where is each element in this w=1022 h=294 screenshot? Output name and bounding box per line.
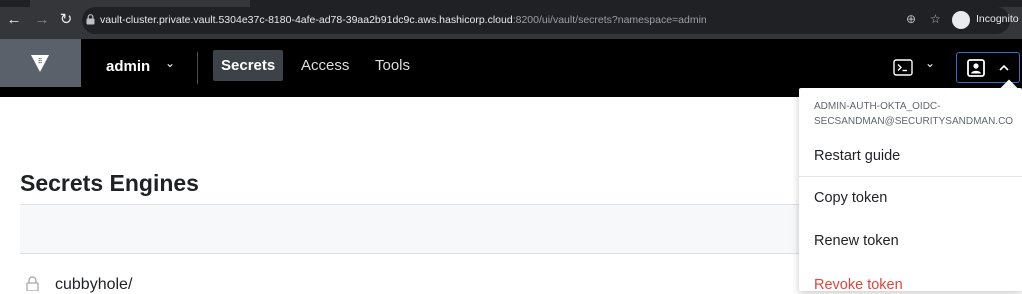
user-menu-button[interactable] [956, 52, 1020, 83]
console-chevron-down-icon[interactable]: ⌄ [925, 56, 935, 70]
vault-logo-link[interactable] [0, 39, 81, 87]
secrets-toolbar [20, 204, 820, 254]
page-title: Secrets Engines [20, 170, 199, 196]
nav-divider [197, 52, 198, 84]
nav-tools[interactable]: Tools [367, 50, 418, 81]
restart-guide-button[interactable]: Restart guide [814, 148, 900, 164]
back-arrow-icon[interactable]: ← [6, 12, 22, 28]
vault-logo-icon [31, 55, 49, 72]
bookmark-star-icon[interactable]: ☆ [930, 12, 941, 26]
user-icon [967, 59, 985, 77]
zoom-icon[interactable]: ⊕ [906, 12, 916, 26]
url-host: vault-cluster.private.vault.5304e37c-818… [100, 14, 513, 26]
copy-token-button[interactable]: Copy token [814, 190, 887, 206]
token-identity: ADMIN-AUTH-OKTA_OIDC- SECSANDMAN@SECURIT… [814, 99, 1013, 129]
namespace-picker[interactable]: admin [106, 58, 150, 75]
nav-secrets[interactable]: Secrets [213, 50, 284, 81]
lock-icon[interactable] [86, 14, 95, 25]
forward-arrow-icon[interactable]: → [34, 12, 50, 28]
active-tab[interactable] [30, 0, 250, 7]
url-path: :8200/ui/vault/secrets?namespace=admin [512, 14, 707, 26]
identity-line-2: SECSANDMAN@SECURITYSANDMAN.CO [814, 116, 1014, 127]
chevron-down-icon[interactable]: ⌄ [165, 56, 175, 70]
console-icon[interactable] [893, 59, 913, 76]
nav-access[interactable]: Access [293, 50, 357, 81]
menu-divider [799, 176, 1022, 177]
browser-toolbar: ← → ↻ vault-cluster.private.vault.5304e3… [0, 0, 1022, 39]
engine-link-cubbyhole[interactable]: cubbyhole/ [55, 276, 132, 294]
renew-token-button[interactable]: Renew token [814, 233, 899, 249]
identity-line-1: ADMIN-AUTH-OKTA_OIDC- [814, 101, 941, 112]
lock-icon [26, 276, 39, 291]
reload-icon[interactable]: ↻ [58, 12, 74, 28]
incognito-label: Incognito [976, 13, 1019, 25]
incognito-icon [952, 11, 970, 29]
url-text[interactable]: vault-cluster.private.vault.5304e37c-818… [100, 13, 707, 27]
chevron-up-icon [999, 64, 1009, 71]
